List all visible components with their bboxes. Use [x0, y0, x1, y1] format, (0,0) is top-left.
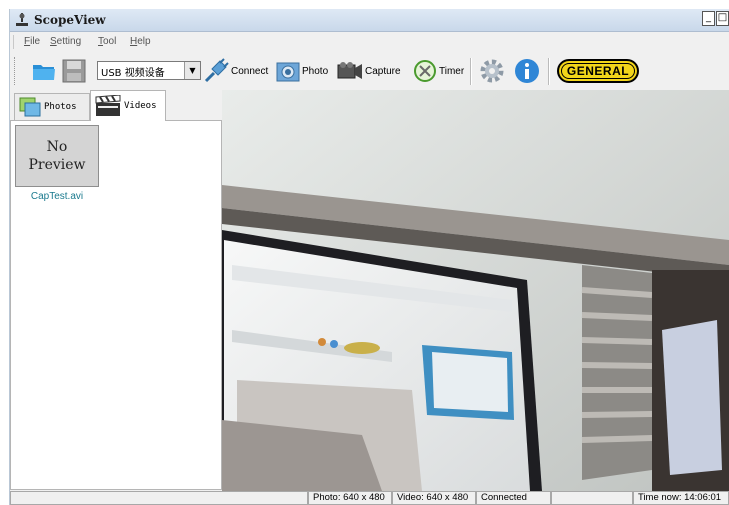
menu-grip: [13, 35, 14, 49]
photo-label: Photo: [302, 65, 329, 77]
status-bar: Photo: 640 x 480 Video: 640 x 480 Connec…: [10, 491, 729, 505]
device-select-value: USB 视频设备: [101, 68, 165, 79]
menu-file[interactable]: File: [24, 36, 40, 47]
title-bar: ScopeView _ □: [10, 9, 729, 32]
settings-gear-icon: [480, 59, 504, 83]
tab-videos-label: Videos: [124, 101, 157, 111]
capture-label: Capture: [365, 65, 401, 77]
info-button[interactable]: [514, 58, 540, 84]
status-empty-cell: [551, 491, 633, 505]
photo-button[interactable]: Photo: [276, 60, 328, 82]
timer-label: Timer: [439, 65, 465, 77]
video-thumbnail[interactable]: No Preview: [15, 125, 99, 187]
toolbar: USB 视频设备 ▼ Connect Photo Capture Timer G…: [10, 52, 729, 90]
logo-text: GENERAL: [566, 64, 630, 78]
toolbar-separator: [470, 58, 472, 85]
status-connection: Connected: [476, 491, 551, 505]
capture-button[interactable]: Capture: [337, 61, 401, 81]
maximize-button[interactable]: □: [716, 11, 729, 26]
save-button[interactable]: [62, 59, 86, 83]
video-camera-icon: [337, 62, 362, 79]
settings-button[interactable]: [479, 58, 505, 84]
open-folder-icon: [33, 65, 55, 80]
general-logo: GENERAL: [557, 59, 639, 83]
open-button[interactable]: [32, 61, 56, 81]
media-list: No Preview CapTest.avi: [10, 120, 222, 490]
media-tabs: Photos Videos: [10, 90, 222, 121]
status-photo-resolution: Photo: 640 x 480: [308, 491, 392, 505]
minimize-button[interactable]: _: [702, 11, 715, 26]
status-empty-cell: [10, 491, 308, 505]
window-title: ScopeView: [34, 13, 106, 27]
menu-bar: File Setting Tool Help: [10, 32, 729, 52]
info-icon: [515, 59, 539, 83]
tab-videos[interactable]: Videos: [90, 90, 166, 121]
live-video-preview[interactable]: [222, 90, 729, 491]
camera-icon: [276, 62, 300, 82]
tab-photos[interactable]: Photos: [14, 93, 90, 120]
timer-icon: [414, 60, 436, 82]
connect-button[interactable]: Connect: [203, 58, 268, 84]
photo-gallery-icon: [19, 97, 41, 117]
app-window: ScopeView _ □ File Setting Tool Help USB: [9, 9, 729, 505]
clapperboard-icon: [95, 95, 121, 116]
device-select[interactable]: USB 视频设备 ▼: [97, 61, 201, 80]
video-filename[interactable]: CapTest.avi: [15, 191, 99, 202]
menu-setting[interactable]: Setting: [50, 36, 81, 47]
chevron-down-icon[interactable]: ▼: [184, 62, 200, 79]
save-icon: [62, 59, 86, 83]
app-icon: [16, 13, 28, 26]
timer-button[interactable]: Timer: [413, 59, 464, 83]
menu-tool[interactable]: Tool: [98, 36, 116, 47]
toolbar-separator: [548, 58, 550, 85]
menu-help[interactable]: Help: [130, 36, 151, 47]
camera-feed-image: [222, 90, 729, 491]
thumbnail-preview-text: No Preview: [28, 139, 86, 173]
plug-icon: [204, 58, 229, 83]
status-time: Time now: 14:06:01: [633, 491, 729, 505]
toolbar-grip: [14, 57, 17, 85]
connect-label: Connect: [231, 65, 269, 77]
status-video-resolution: Video: 640 x 480: [392, 491, 476, 505]
tab-photos-label: Photos: [44, 102, 77, 112]
